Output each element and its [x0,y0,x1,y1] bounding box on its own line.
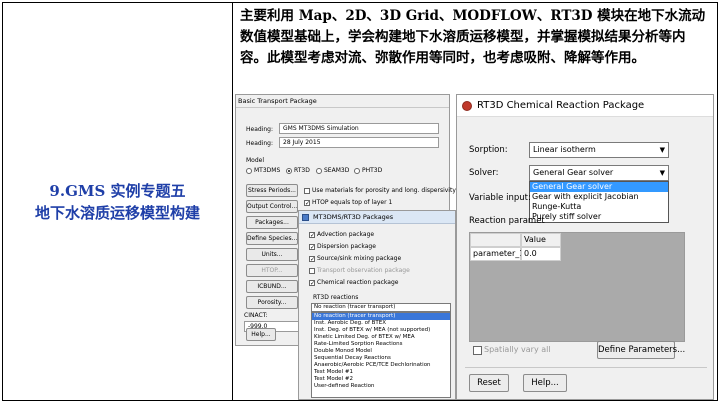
heading-label-2: Heading: [246,140,273,147]
heading-line1-input[interactable]: GMS MT3DMS Simulation [279,123,439,134]
checkbox-icon [309,268,315,274]
sorption-select[interactable]: Linear isotherm ▼ [529,142,669,158]
htop-button[interactable]: HTOP... [246,264,298,277]
transport-observation-checkbox[interactable]: Transport observation package [309,267,410,275]
checkbox-icon: ✓ [309,232,316,239]
radio-icon [354,168,360,174]
radio-selected-icon [286,168,292,174]
solver-label: Solver: [469,168,499,178]
reaction-parameters-label: Reaction paramet [469,216,545,226]
grid-row-name: parameter_1 [470,247,524,261]
solver-dropdown-list[interactable]: General Gear solver Gear with explicit J… [529,181,669,223]
model-radio-pht3d[interactable]: PHT3D [354,167,382,175]
dialog-titlebar-line [236,107,449,108]
icbund-button[interactable]: ICBUND... [246,280,298,293]
cinact-label: CINACT: [244,312,268,319]
reaction-option[interactable]: Inst. Deg. of BTEX w/ MEA (not supported… [312,327,450,334]
packages-button[interactable]: Packages... [246,216,298,229]
topic-number: 9.GMS 实例专题五 [49,181,186,200]
source-sink-checkbox[interactable]: ✓ Source/sink mixing package [309,255,401,263]
solver-option[interactable]: Gear with explicit Jacobian [530,192,668,202]
sorption-label: Sorption: [469,145,508,155]
define-parameters-button[interactable]: Define Parameters... [597,341,685,359]
solver-select[interactable]: General Gear solver ▼ [529,165,669,181]
variable-input-label: Variable input: [469,193,531,203]
heading-label: Heading: [246,126,273,133]
reaction-option[interactable]: Rate-Limited Sorption Reactions [312,341,450,348]
checkbox-icon: ✓ [309,280,316,287]
reset-button[interactable]: Reset [469,374,509,392]
heading-line2-input[interactable]: 28 July 2015 [279,137,439,148]
solver-value: General Gear solver [533,168,614,177]
radio-icon [246,168,252,174]
reaction-option[interactable]: Kinetic Limited Deg. of BTEX w/ MEA [312,334,450,341]
sorption-value: Linear isotherm [533,145,596,154]
checkbox-icon [473,345,482,355]
checkbox-checked-icon: ✓ [304,200,311,207]
stress-periods-button[interactable]: Stress Periods... [246,184,298,197]
spatially-vary-checkbox[interactable]: Spatially vary all [473,344,551,356]
chevron-down-icon: ▼ [659,169,665,177]
model-label: Model [246,157,265,164]
dispersion-checkbox[interactable]: ✓ Dispersion package [309,243,376,251]
model-radio-mt3dms[interactable]: MT3DMS [246,167,280,175]
checkbox-icon: ✓ [309,244,316,251]
advection-checkbox[interactable]: ✓ Advection package [309,231,374,239]
packages-dialog: MT3DMS/RT3D Packages ✓ Advection package … [298,210,456,400]
solver-option[interactable]: General Gear solver [530,182,668,192]
model-radio-seam3d[interactable]: SEAM3D [316,167,349,175]
reaction-dropdown-list[interactable]: No reaction (tracer transport) Inst. Aer… [311,312,451,398]
packages-title-icon [302,214,309,221]
reaction-option[interactable]: Sequential Decay Reactions [312,355,450,362]
rt3d-app-icon [462,101,472,111]
reaction-option[interactable]: Double Monod Model [312,348,450,355]
topic-description: 主要利用 Map、2D、3D Grid、MODFLOW、RT3D 模块在地下水流… [240,8,706,66]
checkbox-icon: ✓ [309,256,316,263]
chemical-reaction-checkbox[interactable]: ✓ Chemical reaction package [309,279,398,287]
reaction-parameters-grid[interactable]: Value parameter_1 0.0 [469,232,685,342]
reaction-option[interactable]: No reaction (tracer transport) [312,313,450,320]
reaction-option[interactable]: User-defined Reaction [312,383,450,390]
rt3d-dialog-title: RT3D Chemical Reaction Package [457,95,713,117]
reaction-option[interactable]: Test Model #1 [312,369,450,376]
grid-header-value: Value [521,233,561,247]
chevron-down-icon: ▼ [659,146,665,154]
column-divider [232,3,233,400]
output-control-button[interactable]: Output Control... [246,200,298,213]
solver-option[interactable]: Purely stiff solver [530,212,668,222]
model-radio-rt3d[interactable]: RT3D [286,167,310,175]
define-species-button[interactable]: Define Species... [246,232,298,245]
rt3d-chemical-reaction-dialog: RT3D Chemical Reaction Package Sorption:… [456,94,714,400]
reaction-selected-value: No reaction (tracer transport) [314,304,396,310]
grid-row-value[interactable]: 0.0 [521,247,561,261]
reaction-option[interactable]: Anaerobic/Aerobic PCE/TCE Dechlorination [312,362,450,369]
dialog-separator [465,367,707,368]
porosity-button[interactable]: Porosity... [246,296,298,309]
reaction-option[interactable]: Inst. Aerobic Deg. of BTEX [312,320,450,327]
dialog-title: Basic Transport Package [238,97,317,105]
packages-dialog-title: MT3DMS/RT3D Packages [299,211,455,224]
reaction-option[interactable]: Test Model #2 [312,376,450,383]
topic-title-cell: 9.GMS 实例专题五 地下水溶质运移模型构建 [3,3,232,400]
use-materials-checkbox[interactable]: Use materials for porosity and long. dis… [304,187,456,195]
topic-name: 地下水溶质运移模型构建 [34,203,200,222]
rt3d-help-button[interactable]: Help... [523,374,567,392]
reaction-select[interactable]: No reaction (tracer transport) [311,303,451,312]
grid-corner [470,233,521,247]
htop-checkbox[interactable]: ✓ HTOP equals top of layer 1 [304,199,392,207]
units-button[interactable]: Units... [246,248,298,261]
checkbox-icon [304,188,310,194]
solver-option[interactable]: Runge-Kutta [530,202,668,212]
btp-help-button[interactable]: Help... [246,328,276,341]
radio-icon [316,168,322,174]
rt3d-reactions-label: RT3D reactions [313,294,359,301]
